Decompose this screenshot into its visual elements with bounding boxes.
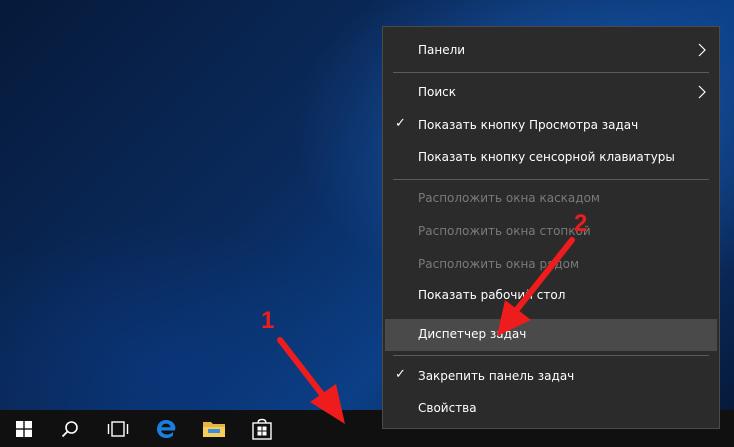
taskbar-context-menu: Панели Поиск ✓ Показать кнопку Просмотра… — [382, 26, 720, 429]
file-explorer-icon — [203, 421, 225, 437]
search-icon — [61, 420, 78, 437]
annotation-label-2: 2 — [574, 210, 588, 237]
menu-item-side-by-side-windows: Расположить окна рядом — [383, 249, 719, 281]
store-icon — [252, 418, 272, 440]
chevron-right-icon — [698, 43, 706, 57]
search-button[interactable] — [46, 410, 94, 447]
menu-item-label: Панели — [418, 43, 466, 57]
windows-start-icon — [16, 420, 32, 437]
menu-item-stack-windows: Расположить окна стопкой — [383, 216, 719, 248]
checkmark-icon: ✓ — [395, 116, 406, 131]
menu-item-label: Показать кнопку Просмотра задач — [418, 118, 639, 132]
menu-item-show-touch-keyboard[interactable]: Показать кнопку сенсорной клавиатуры — [383, 142, 719, 174]
menu-item-label: Свойства — [418, 401, 477, 415]
menu-item-label: Расположить окна рядом — [418, 257, 580, 271]
menu-item-properties[interactable]: Свойства — [383, 393, 719, 425]
menu-item-label: Показать кнопку сенсорной клавиатуры — [418, 150, 675, 164]
menu-item-label: Показать рабочий стол — [418, 288, 566, 302]
menu-separator — [393, 355, 709, 356]
menu-item-label: Расположить окна стопкой — [418, 224, 591, 238]
checkmark-icon: ✓ — [395, 367, 406, 382]
edge-button[interactable] — [142, 410, 190, 447]
file-explorer-button[interactable] — [190, 410, 238, 447]
menu-item-label: Расположить окна каскадом — [418, 191, 600, 205]
start-button[interactable] — [0, 410, 48, 447]
menu-item-panels[interactable]: Панели — [383, 35, 719, 67]
menu-item-label: Поиск — [418, 85, 457, 99]
chevron-right-icon — [698, 85, 706, 99]
menu-item-lock-taskbar[interactable]: ✓ Закрепить панель задач — [383, 361, 719, 393]
menu-item-show-task-view[interactable]: ✓ Показать кнопку Просмотра задач — [383, 110, 719, 142]
menu-item-show-desktop[interactable]: Показать рабочий стол — [383, 280, 719, 312]
menu-separator — [393, 179, 709, 180]
menu-separator — [393, 72, 709, 73]
edge-icon — [157, 419, 176, 438]
store-button[interactable] — [238, 410, 286, 447]
menu-item-label: Диспетчер задач — [418, 327, 527, 341]
annotation-label-1: 1 — [261, 307, 275, 334]
task-view-button[interactable] — [94, 410, 142, 447]
task-view-icon — [107, 420, 129, 437]
menu-item-label: Закрепить панель задач — [418, 369, 575, 383]
menu-item-cascade-windows: Расположить окна каскадом — [383, 183, 719, 215]
menu-item-search[interactable]: Поиск — [383, 77, 719, 109]
menu-item-task-manager[interactable]: Диспетчер задач — [385, 319, 717, 351]
